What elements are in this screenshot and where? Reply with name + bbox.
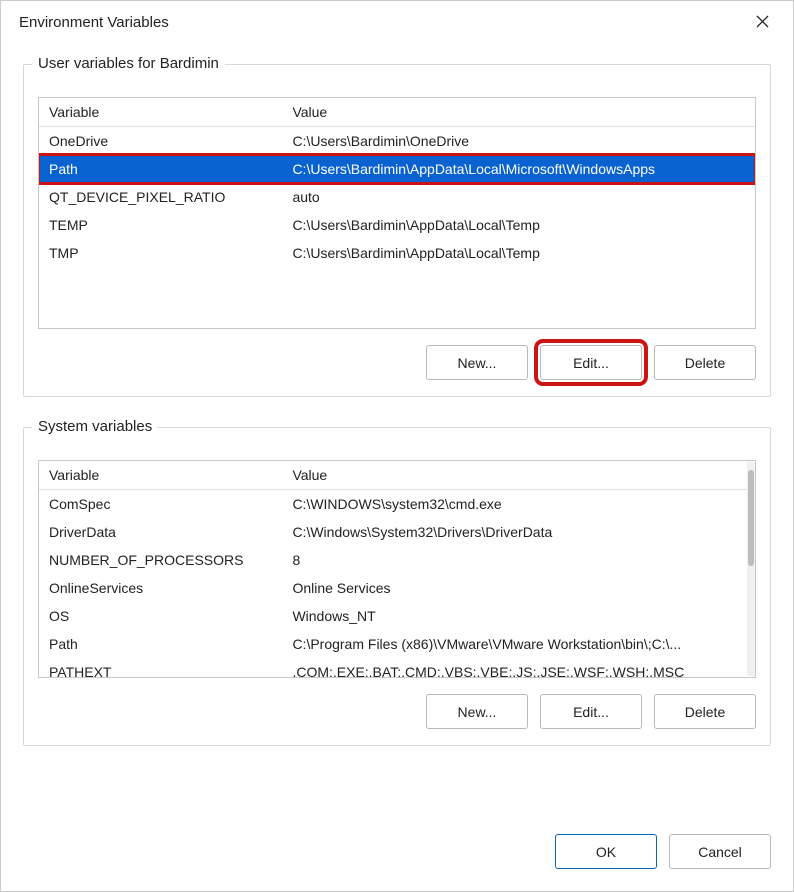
- cell-variable: TMP: [39, 239, 282, 267]
- table-row[interactable]: DriverDataC:\Windows\System32\Drivers\Dr…: [39, 518, 755, 546]
- window-title: Environment Variables: [19, 14, 169, 31]
- table-row[interactable]: TEMPC:\Users\Bardimin\AppData\Local\Temp: [39, 211, 755, 239]
- cell-value: C:\Users\Bardimin\AppData\Local\Temp: [282, 211, 755, 239]
- table-row[interactable]: OnlineServicesOnline Services: [39, 574, 755, 602]
- client-area: BARDIMIN User variables for Bardimin Var…: [1, 42, 793, 891]
- cell-variable: DriverData: [39, 518, 282, 546]
- cell-value: C:\Users\Bardimin\OneDrive: [282, 127, 755, 155]
- header-value[interactable]: Value: [282, 98, 755, 126]
- environment-variables-dialog: Environment Variables BARDIMIN User vari…: [0, 0, 794, 892]
- cell-variable: Path: [39, 630, 282, 658]
- cell-variable: TEMP: [39, 211, 282, 239]
- title-bar: Environment Variables: [1, 1, 793, 42]
- cell-value: C:\Program Files (x86)\VMware\VMware Wor…: [282, 630, 755, 658]
- system-delete-button[interactable]: Delete: [654, 694, 756, 729]
- table-row[interactable]: PathC:\Users\Bardimin\AppData\Local\Micr…: [39, 155, 755, 183]
- system-variables-group: System variables Variable Value ComSpecC…: [23, 427, 771, 746]
- table-row[interactable]: PATHEXT.COM;.EXE;.BAT;.CMD;.VBS;.VBE;.JS…: [39, 658, 755, 678]
- header-variable[interactable]: Variable: [39, 98, 282, 126]
- header-variable[interactable]: Variable: [39, 461, 282, 489]
- system-edit-button[interactable]: Edit...: [540, 694, 642, 729]
- cancel-button[interactable]: Cancel: [669, 834, 771, 869]
- system-new-button[interactable]: New...: [426, 694, 528, 729]
- table-header: Variable Value: [39, 461, 755, 490]
- cell-variable: OnlineServices: [39, 574, 282, 602]
- system-variables-button-row: New... Edit... Delete: [38, 694, 756, 729]
- table-row[interactable]: OneDriveC:\Users\Bardimin\OneDrive: [39, 127, 755, 155]
- cell-variable: ComSpec: [39, 490, 282, 518]
- user-delete-button[interactable]: Delete: [654, 345, 756, 380]
- cell-variable: QT_DEVICE_PIXEL_RATIO: [39, 183, 282, 211]
- ok-button[interactable]: OK: [555, 834, 657, 869]
- user-variables-button-row: New... Edit... Delete: [38, 345, 756, 380]
- cell-variable: Path: [39, 155, 282, 183]
- table-row[interactable]: TMPC:\Users\Bardimin\AppData\Local\Temp: [39, 239, 755, 267]
- user-variables-group: User variables for Bardimin Variable Val…: [23, 64, 771, 397]
- close-icon[interactable]: [748, 11, 777, 34]
- table-row[interactable]: QT_DEVICE_PIXEL_RATIOauto: [39, 183, 755, 211]
- cell-value: C:\WINDOWS\system32\cmd.exe: [282, 490, 755, 518]
- scrollbar-thumb[interactable]: [748, 470, 754, 566]
- table-row[interactable]: ComSpecC:\WINDOWS\system32\cmd.exe: [39, 490, 755, 518]
- dialog-button-row: OK Cancel: [23, 834, 771, 869]
- user-new-button[interactable]: New...: [426, 345, 528, 380]
- cell-value: C:\Users\Bardimin\AppData\Local\Temp: [282, 239, 755, 267]
- system-variables-caption: System variables: [32, 418, 158, 435]
- scrollbar[interactable]: [747, 462, 755, 676]
- cell-value: C:\Users\Bardimin\AppData\Local\Microsof…: [282, 155, 755, 183]
- cell-value: .COM;.EXE;.BAT;.CMD;.VBS;.VBE;.JS;.JSE;.…: [282, 658, 755, 678]
- cell-variable: NUMBER_OF_PROCESSORS: [39, 546, 282, 574]
- cell-value: Online Services: [282, 574, 755, 602]
- header-value[interactable]: Value: [282, 461, 755, 489]
- user-variables-table[interactable]: Variable Value OneDriveC:\Users\Bardimin…: [38, 97, 756, 329]
- table-row[interactable]: PathC:\Program Files (x86)\VMware\VMware…: [39, 630, 755, 658]
- table-row[interactable]: NUMBER_OF_PROCESSORS8: [39, 546, 755, 574]
- table-row[interactable]: OSWindows_NT: [39, 602, 755, 630]
- user-edit-button[interactable]: Edit...: [540, 345, 642, 380]
- cell-value: auto: [282, 183, 755, 211]
- cell-variable: PATHEXT: [39, 658, 282, 678]
- table-header: Variable Value: [39, 98, 755, 127]
- cell-value: Windows_NT: [282, 602, 755, 630]
- cell-variable: OS: [39, 602, 282, 630]
- user-variables-caption: User variables for Bardimin: [32, 55, 225, 72]
- cell-value: C:\Windows\System32\Drivers\DriverData: [282, 518, 755, 546]
- cell-variable: OneDrive: [39, 127, 282, 155]
- system-variables-table[interactable]: Variable Value ComSpecC:\WINDOWS\system3…: [38, 460, 756, 678]
- cell-value: 8: [282, 546, 755, 574]
